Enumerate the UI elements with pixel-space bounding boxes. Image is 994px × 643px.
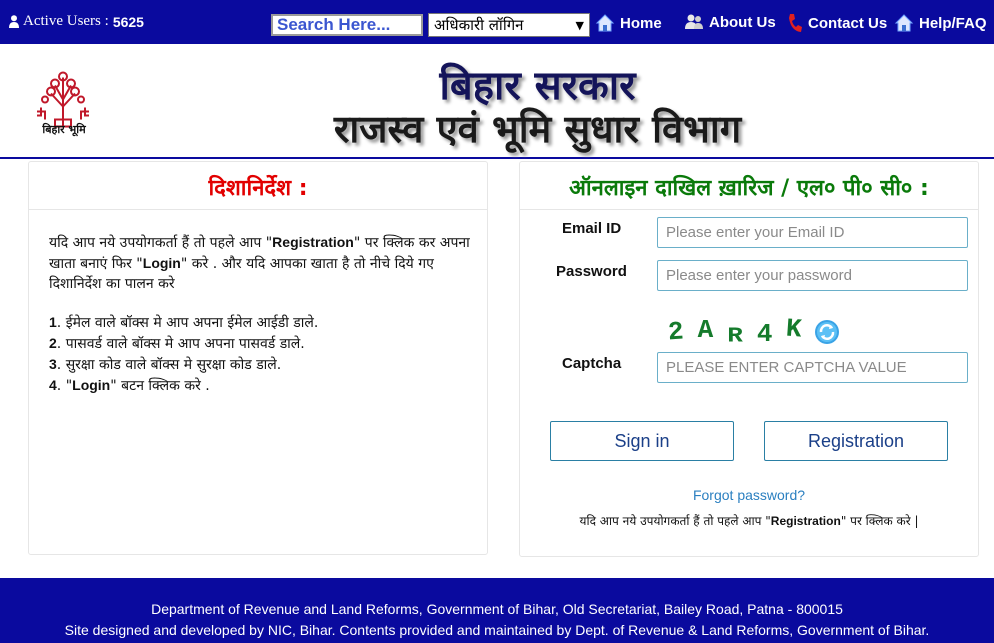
step-text: . " (56, 378, 73, 394)
step-login-text: Login (72, 377, 111, 393)
page-title-line2: राजस्व एवं भूमि सुधार विभाग (333, 106, 742, 151)
intro-registration-text: Registration (272, 234, 354, 250)
nav-about-label: About Us (709, 13, 776, 31)
search-input[interactable] (271, 14, 423, 36)
footer-credits: Site designed and developed by NIC, Biha… (64, 622, 930, 638)
step-number: 3 (49, 356, 57, 372)
instruction-step: 1. ईमेल वाले बॉक्स मे आप अपना ईमेल आईडी … (49, 312, 477, 333)
nav-about[interactable]: About Us (684, 13, 776, 31)
captcha-image: 2 A R 4 K (666, 313, 840, 349)
email-field[interactable] (657, 217, 968, 248)
instructions-panel: दिशानिर्देश : यदि आप नये उपयोगकर्ता हैं … (28, 161, 488, 555)
nav-contact[interactable]: Contact Us (787, 13, 887, 33)
instructions-intro: यदि आप नये उपयोगकर्ता हैं तो पहले आप "Re… (49, 232, 477, 294)
email-label: Email ID (562, 220, 622, 237)
active-users: Active Users :5625 (9, 13, 144, 30)
captcha-char: 4 (756, 319, 773, 349)
registration-button[interactable]: Registration (764, 421, 948, 461)
refresh-captcha-icon[interactable] (814, 319, 840, 345)
chevron-down-icon: ▼ (575, 18, 584, 32)
step-number: 2 (49, 335, 57, 351)
intro-login-text: Login (142, 255, 181, 271)
note-registration-text: Registration (770, 514, 841, 528)
captcha-char: K (785, 313, 804, 345)
password-label: Password (556, 263, 627, 280)
nav-contact-label: Contact Us (808, 14, 888, 32)
forgot-password-link[interactable]: Forgot password? (520, 487, 978, 503)
login-type-value: अधिकारी लॉगिन (434, 16, 524, 34)
captcha-char: A (697, 315, 714, 345)
login-type-select[interactable]: अधिकारी लॉगिन ▼ (428, 13, 590, 37)
instructions-title: दिशानिर्देश : (29, 162, 487, 210)
intro-text: यदि आप नये उपयोगकर्ता हैं तो पहले आप " (49, 235, 273, 251)
captcha-char: 2 (666, 316, 685, 348)
login-title: ऑनलाइन दाखिल ख़ारिज / एल० पी० सी० : (520, 162, 978, 210)
login-panel: ऑनलाइन दाखिल ख़ारिज / एल० पी० सी० : Emai… (519, 161, 979, 557)
top-bar: Active Users :5625 अधिकारी लॉगिन ▼ Home … (0, 0, 994, 44)
home-icon (894, 14, 914, 32)
instructions-steps: 1. ईमेल वाले बॉक्स मे आप अपना ईमेल आईडी … (49, 312, 477, 396)
captcha-label: Captcha (562, 355, 622, 372)
active-users-label: Active Users : (23, 13, 109, 29)
home-icon (595, 14, 615, 32)
step-number: 1 (49, 314, 57, 330)
step-text: . ईमेल वाले बॉक्स मे आप अपना ईमेल आईडी ड… (56, 315, 319, 331)
sign-in-button[interactable]: Sign in (550, 421, 734, 461)
instructions-body: यदि आप नये उपयोगकर्ता हैं तो पहले आप "Re… (49, 232, 477, 396)
step-text: . सुरक्षा कोड वाले बॉक्स मे सुरक्षा कोड … (56, 357, 282, 373)
step-text: " बटन क्लिक करे . (110, 378, 210, 394)
captcha-char: R (727, 324, 743, 348)
note-text: यदि आप नये उपयोगकर्ता हैं तो पहले आप " (579, 514, 771, 528)
users-icon (685, 14, 703, 29)
instruction-step: 2. पासवर्ड वाले बॉक्स मे आप अपना पासवर्ड… (49, 333, 477, 354)
note-text: " पर क्लिक करे | (840, 514, 919, 528)
nav-help-label: Help/FAQ (919, 14, 987, 32)
site-footer: Department of Revenue and Land Reforms, … (0, 578, 994, 643)
footer-address: Department of Revenue and Land Reforms, … (151, 601, 843, 617)
step-text: . पासवर्ड वाले बॉक्स मे आप अपना पासवर्ड … (56, 336, 305, 352)
instruction-step: 3. सुरक्षा कोड वाले बॉक्स मे सुरक्षा कोड… (49, 354, 477, 375)
site-header: बिहार भूमि बिहार सरकार राजस्व एवं भूमि स… (0, 44, 994, 159)
registration-note: यदि आप नये उपयोगकर्ता हैं तो पहले आप "Re… (520, 512, 978, 529)
step-number: 4 (49, 377, 57, 393)
instruction-step: 4. "Login" बटन क्लिक करे . (49, 375, 477, 396)
nav-help[interactable]: Help/FAQ (894, 13, 987, 33)
user-icon (9, 15, 19, 28)
password-field[interactable] (657, 260, 968, 291)
captcha-field[interactable] (657, 352, 968, 383)
active-users-count: 5625 (112, 13, 144, 30)
nav-home-label: Home (620, 14, 662, 32)
phone-icon (789, 14, 802, 32)
nav-home[interactable]: Home (595, 13, 662, 33)
